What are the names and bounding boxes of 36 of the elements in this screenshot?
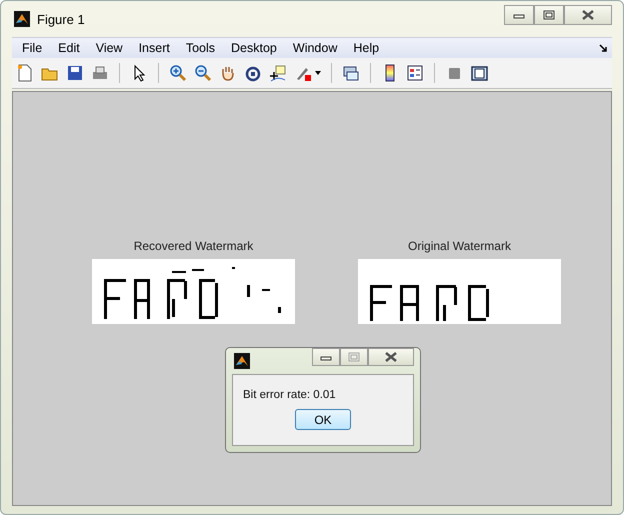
close-button[interactable] [368,348,414,366]
maximize-icon [348,352,360,362]
zoom-out-icon[interactable] [194,64,212,82]
plot-frame-icon[interactable] [470,64,488,82]
caret-icon[interactable] [315,71,321,75]
maximize-icon [543,10,555,20]
legend-icon[interactable] [406,64,424,82]
close-button[interactable] [564,5,612,25]
close-icon [384,352,398,362]
axes-title: Recovered Watermark [134,239,254,253]
save-icon[interactable] [66,64,84,82]
ok-button[interactable]: OK [295,409,351,430]
logo-icon [14,11,30,27]
dialog-message: Bit error rate: 0.01 [243,389,337,401]
dock-arrow-icon[interactable] [599,44,608,52]
menu-item[interactable]: Desktop [224,41,286,55]
menu-item[interactable]: Window [286,41,346,55]
minimize-button[interactable] [504,5,534,25]
new-file-icon[interactable] [16,64,34,82]
axes-title: Original Watermark [408,239,511,253]
menu-item[interactable]: Tools [178,41,224,55]
menu-item[interactable]: File [15,41,52,55]
menu-item[interactable]: Edit [51,41,89,55]
data-cursor-icon[interactable] [269,64,287,82]
menu-item[interactable]: Help [346,41,388,55]
window-title: Figure 1 [37,12,85,26]
print-icon[interactable] [91,64,109,82]
close-icon [581,10,595,20]
menu-item[interactable]: Insert [132,41,179,55]
link-icon[interactable] [342,64,360,82]
menu-item[interactable]: View [88,41,132,55]
zoom-in-icon[interactable] [169,64,187,82]
rotate-icon[interactable] [244,64,262,82]
maximize-button[interactable] [534,5,564,25]
minimize-button[interactable] [312,348,340,366]
logo-icon [234,353,250,369]
